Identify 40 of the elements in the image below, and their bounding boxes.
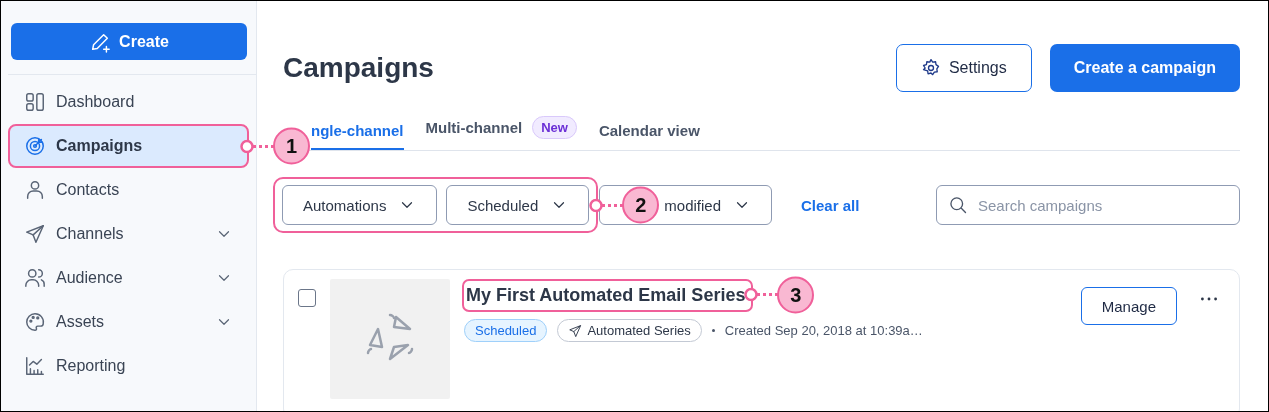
filter-dropdown[interactable]: Scheduled — [446, 185, 590, 225]
callout-number: 1 — [273, 127, 310, 165]
settings-icon — [920, 58, 941, 78]
status-tag: Scheduled — [464, 319, 548, 342]
clear-all-link[interactable]: Clear all — [795, 195, 866, 215]
filter-dropdown[interactable]: Automations — [282, 185, 438, 225]
sidebar-item[interactable]: Channels — [10, 214, 247, 254]
campaign-title[interactable]: My First Automated Email Series — [466, 285, 746, 305]
create-button[interactable]: Create — [11, 23, 247, 60]
created-date: Created Sep 20, 2018 at 10:39a… — [724, 323, 923, 338]
sidebar-item[interactable]: Assets — [10, 302, 247, 342]
leader-line — [744, 287, 779, 302]
more-icon[interactable] — [1201, 297, 1217, 301]
search-field[interactable]: Search campaigns — [936, 185, 1240, 225]
search-icon — [948, 195, 968, 215]
page-title: Campaigns — [283, 52, 435, 84]
tab[interactable]: Calendar view — [598, 122, 700, 150]
sidebar-item[interactable]: Reporting — [10, 346, 247, 386]
sidebar-item[interactable]: Audience — [10, 258, 247, 298]
callout-number: 3 — [777, 276, 815, 313]
send-icon — [568, 323, 583, 338]
sidebar-item[interactable]: Campaigns — [10, 126, 247, 166]
people-icon — [24, 267, 46, 289]
leader-line — [589, 198, 624, 212]
target-icon — [24, 135, 46, 157]
new-badge: New — [532, 116, 577, 139]
sidebar-item[interactable]: Dashboard — [10, 82, 247, 122]
tab[interactable]: Multi-channel New — [425, 116, 577, 150]
palette-icon — [24, 311, 46, 333]
create-campaign-button[interactable]: Create a campaign — [1049, 44, 1240, 92]
sidebar-item[interactable]: Contacts — [10, 170, 247, 210]
person-icon — [24, 179, 46, 201]
bar-chart-icon — [24, 355, 46, 377]
tab[interactable]: ngle-channel — [311, 122, 404, 150]
manage-button[interactable]: Manage — [1080, 287, 1177, 325]
dashboard-icon — [24, 91, 46, 113]
send-icon — [24, 223, 46, 245]
checkbox[interactable] — [298, 289, 316, 307]
settings-button[interactable]: Settings — [895, 44, 1032, 92]
type-label: Automated Series — [587, 323, 691, 338]
